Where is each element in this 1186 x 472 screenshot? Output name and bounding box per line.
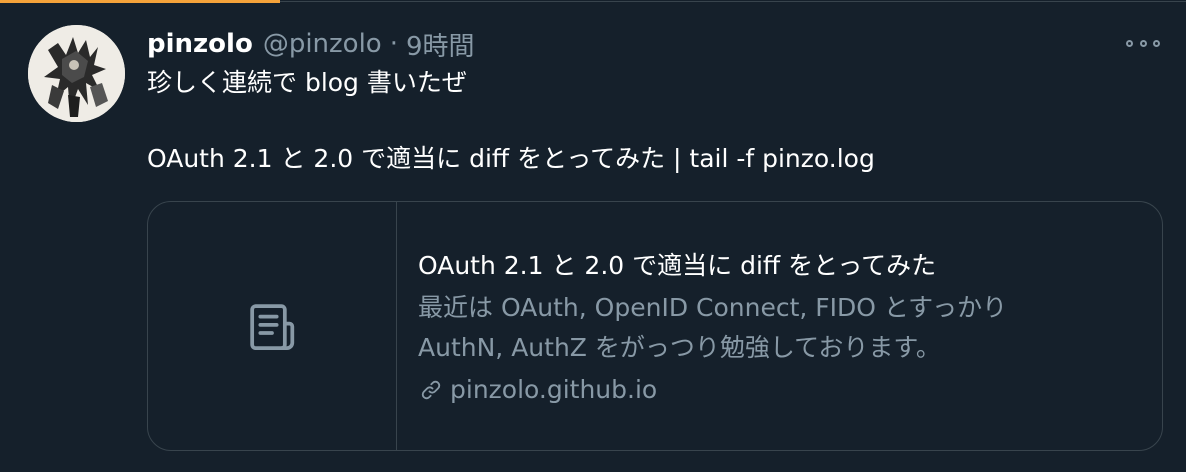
top-divider <box>280 1 1186 2</box>
ellipsis-icon <box>1153 39 1160 47</box>
tweet-header: pinzolo @pinzolo · 9時間 <box>147 26 475 63</box>
tweet-text-line: 珍しく連続で blog 書いたぜ <box>147 68 467 97</box>
link-card[interactable]: OAuth 2.1 と 2.0 で適当に diff をとってみた 最近は OAu… <box>147 201 1163 451</box>
tweet-text-line: OAuth 2.1 と 2.0 で適当に diff をとってみた | tail … <box>147 144 875 173</box>
card-description: 最近は OAuth, OpenID Connect, FIDO とすっかり Au… <box>418 288 1142 368</box>
link-icon <box>421 380 441 400</box>
ellipsis-icon <box>1126 39 1133 47</box>
card-body: OAuth 2.1 と 2.0 で適当に diff をとってみた 最近は OAu… <box>418 246 1142 410</box>
more-options-button[interactable] <box>1126 34 1160 52</box>
document-icon <box>250 304 295 351</box>
tweet-text: 珍しく連続で blog 書いたぜ OAuth 2.1 と 2.0 で適当に di… <box>147 64 1147 178</box>
separator-dot: · <box>389 29 398 59</box>
card-description-line: 最近は OAuth, OpenID Connect, FIDO とすっかり <box>418 293 1008 322</box>
tweet[interactable]: pinzolo @pinzolo · 9時間 珍しく連続で blog 書いたぜ … <box>0 0 1186 472</box>
card-thumbnail <box>148 202 397 450</box>
card-domain: pinzolo.github.io <box>418 370 1142 410</box>
tweet-text-gap <box>147 102 1147 140</box>
card-title: OAuth 2.1 と 2.0 で適当に diff をとってみた <box>418 251 937 280</box>
display-name[interactable]: pinzolo <box>147 29 253 59</box>
card-description-line: AuthN, AuthZ をがっつり勉強しております。 <box>418 333 941 362</box>
user-handle[interactable]: @pinzolo <box>263 29 382 59</box>
tweet-timestamp[interactable]: 9時間 <box>406 26 475 63</box>
top-accent-bar <box>0 0 280 3</box>
ellipsis-icon <box>1139 39 1147 47</box>
avatar[interactable] <box>28 25 125 122</box>
card-domain-text: pinzolo.github.io <box>450 375 658 404</box>
avatar-image <box>28 25 125 122</box>
